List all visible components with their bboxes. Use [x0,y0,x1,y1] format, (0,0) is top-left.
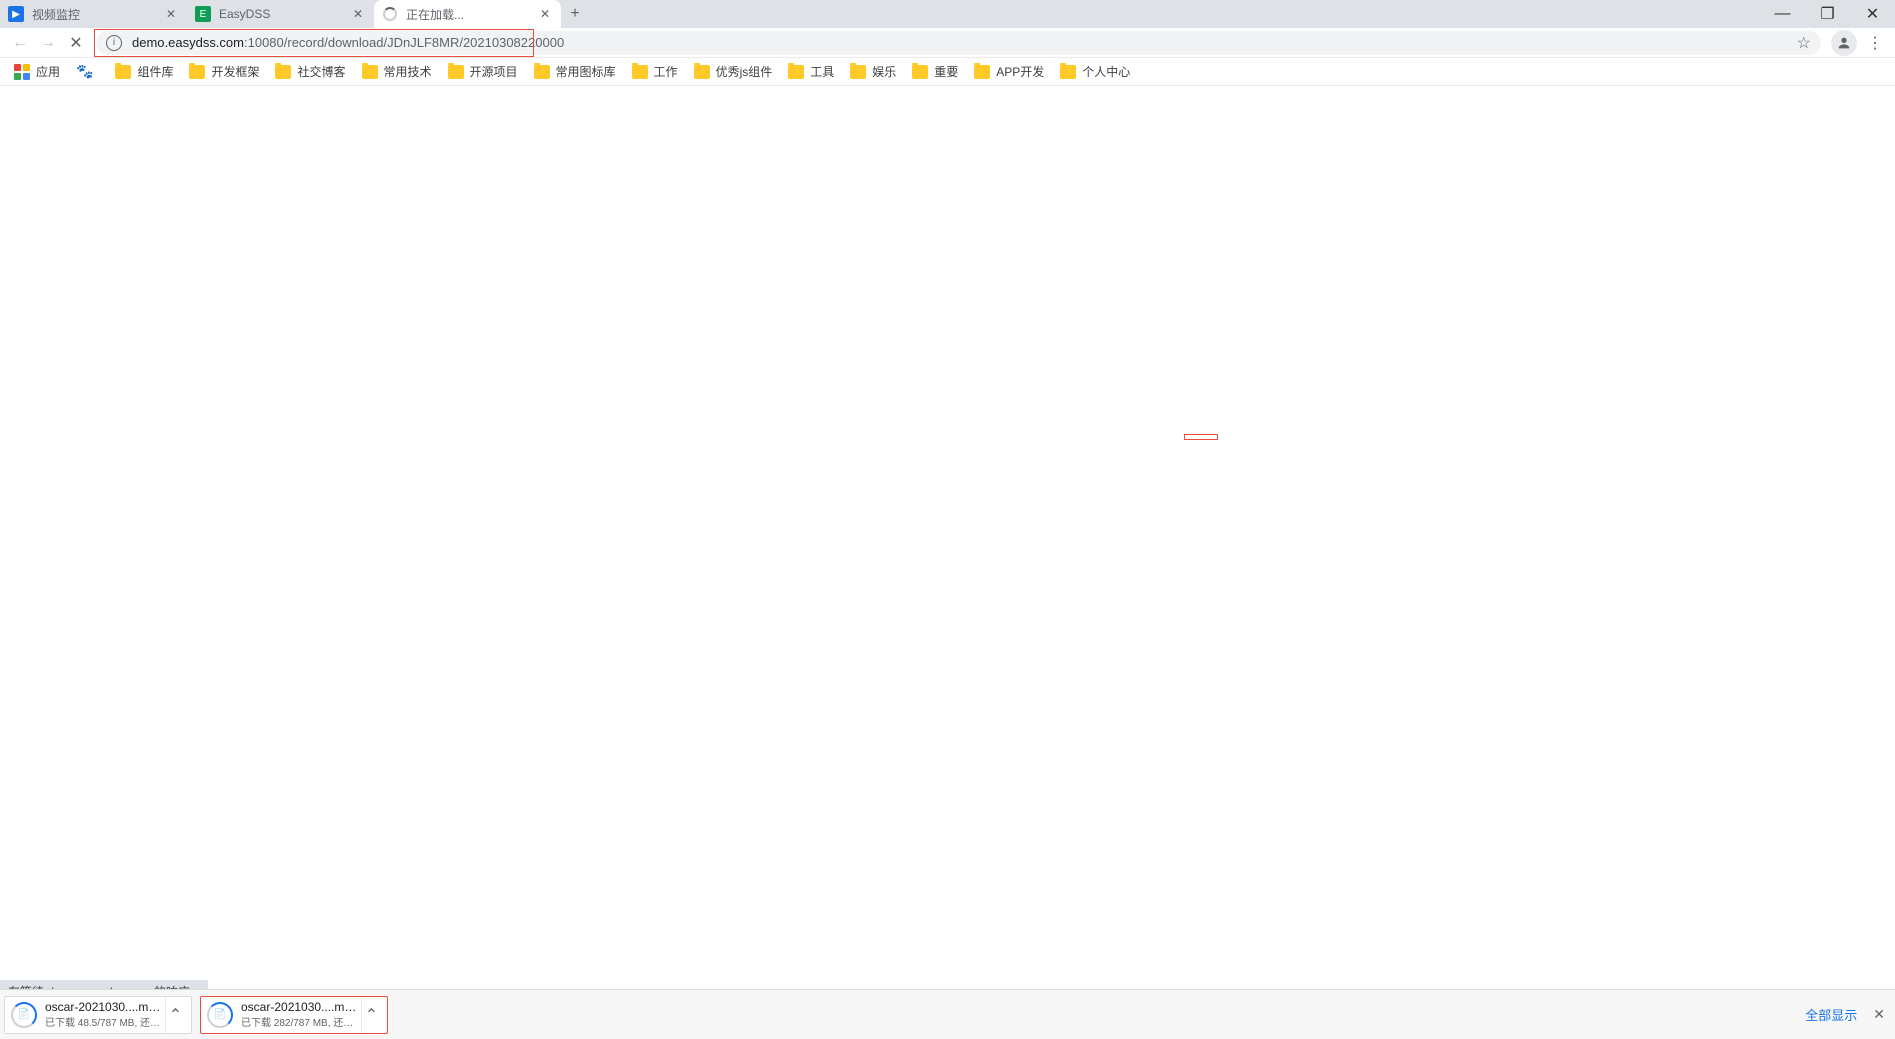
apps-button[interactable]: 应用 [6,60,68,84]
chevron-up-icon[interactable]: ⌃ [361,997,381,1033]
show-all-downloads-link[interactable]: 全部显示 [1805,1005,1857,1024]
downloads-bar: 📄 oscar-2021030....mp4 已下载 48.5/787 MB, … [0,989,1895,1039]
new-tab-button[interactable]: + [561,0,589,28]
page-content [0,86,1895,989]
stop-button[interactable]: ✕ [62,29,90,57]
bookmark-folder[interactable]: APP开发 [966,60,1052,84]
tab-loading[interactable]: 正在加载... ✕ [374,0,561,28]
bookmark-folder[interactable]: 社交博客 [267,60,353,84]
bookmark-folder[interactable]: 开源项目 [440,60,526,84]
download-item[interactable]: 📄 oscar-2021030....mp4 已下载 48.5/787 MB, … [4,996,192,1034]
folder-icon [275,65,291,79]
address-bar[interactable]: i demo.easydss.com:10080/record/download… [96,31,1821,55]
file-icon: 📄 [18,1009,30,1020]
download-filename: oscar-2021030....mp4 [45,1000,161,1014]
folder-icon [1060,65,1076,79]
download-status: 已下载 282/787 MB, 还需... [241,1014,357,1029]
menu-button[interactable]: ⋮ [1861,29,1889,57]
tab-title: 正在加载... [406,6,537,23]
person-icon [1836,35,1852,51]
folder-icon [912,65,928,79]
download-status: 已下载 48.5/787 MB, 还需... [45,1014,161,1029]
bookmark-folder[interactable]: 个人中心 [1052,60,1138,84]
bookmark-folder[interactable]: 优秀js组件 [686,60,781,84]
bookmark-folder[interactable]: 工作 [624,60,686,84]
address-bar-container: i demo.easydss.com:10080/record/download… [96,31,1821,55]
close-icon[interactable]: ✕ [350,6,366,22]
profile-button[interactable] [1831,30,1857,56]
bookmark-folder[interactable]: 开发框架 [181,60,267,84]
back-button[interactable]: ← [6,29,34,57]
folder-icon [115,65,131,79]
bookmark-folder[interactable]: 娱乐 [842,60,904,84]
bookmark-folder[interactable]: 常用图标库 [526,60,624,84]
loading-spinner-icon [382,6,398,22]
bookmark-star-icon[interactable]: ☆ [1797,33,1811,53]
folder-icon [788,65,804,79]
favicon-icon: ▶ [8,6,24,22]
download-filename: oscar-2021030....mp4 [241,1000,357,1014]
forward-button[interactable]: → [34,29,62,57]
favicon-icon: E [195,6,211,22]
bookmarks-bar: 应用 🐾 组件库 开发框架 社交博客 常用技术 开源项目 常用图标库 工作 优秀… [0,58,1895,86]
download-info: oscar-2021030....mp4 已下载 282/787 MB, 还需.… [241,1000,357,1029]
download-progress-icon: 📄 [207,1002,233,1028]
download-item[interactable]: 📄 oscar-2021030....mp4 已下载 282/787 MB, 还… [200,996,388,1034]
apps-label: 应用 [36,63,60,80]
toolbar: ← → ✕ i demo.easydss.com:10080/record/do… [0,28,1895,58]
tab-title: 视频监控 [32,6,163,23]
folder-icon [632,65,648,79]
url-host: demo.easydss.com [132,35,244,50]
close-downloads-bar-button[interactable]: ✕ [1873,1006,1885,1023]
file-icon: 📄 [214,1009,226,1020]
maximize-button[interactable]: ❐ [1805,0,1850,28]
close-icon[interactable]: ✕ [537,6,553,22]
folder-icon [362,65,378,79]
tab-video-monitor[interactable]: ▶ 视频监控 ✕ [0,0,187,28]
tab-strip: ▶ 视频监控 ✕ E EasyDSS ✕ 正在加载... ✕ + — ❐ ✕ [0,0,1895,28]
bookmark-folder[interactable]: 重要 [904,60,966,84]
url-path: :10080/record/download/JDnJLF8MR/2021030… [244,35,564,50]
download-progress-icon: 📄 [11,1002,37,1028]
tab-title: EasyDSS [219,7,350,21]
folder-icon [448,65,464,79]
bookmark-folder[interactable]: 常用技术 [354,60,440,84]
site-info-icon[interactable]: i [106,35,122,51]
folder-icon [694,65,710,79]
folder-icon [189,65,205,79]
close-icon[interactable]: ✕ [163,6,179,22]
chevron-up-icon[interactable]: ⌃ [165,997,185,1033]
bookmark-folder[interactable]: 组件库 [107,60,181,84]
paw-icon: 🐾 [76,63,93,80]
downloads-footer: 全部显示 ✕ [1805,1005,1895,1024]
folder-icon [534,65,550,79]
annotation-box [1184,434,1218,440]
close-window-button[interactable]: ✕ [1850,0,1895,28]
folder-icon [974,65,990,79]
window-controls: — ❐ ✕ [1760,0,1895,28]
minimize-button[interactable]: — [1760,0,1805,28]
bookmark-folder[interactable]: 工具 [780,60,842,84]
bookmark-paw[interactable]: 🐾 [68,60,107,84]
apps-icon [14,64,30,80]
tab-easydss[interactable]: E EasyDSS ✕ [187,0,374,28]
download-info: oscar-2021030....mp4 已下载 48.5/787 MB, 还需… [45,1000,161,1029]
folder-icon [850,65,866,79]
url-text: demo.easydss.com:10080/record/download/J… [132,35,1789,50]
